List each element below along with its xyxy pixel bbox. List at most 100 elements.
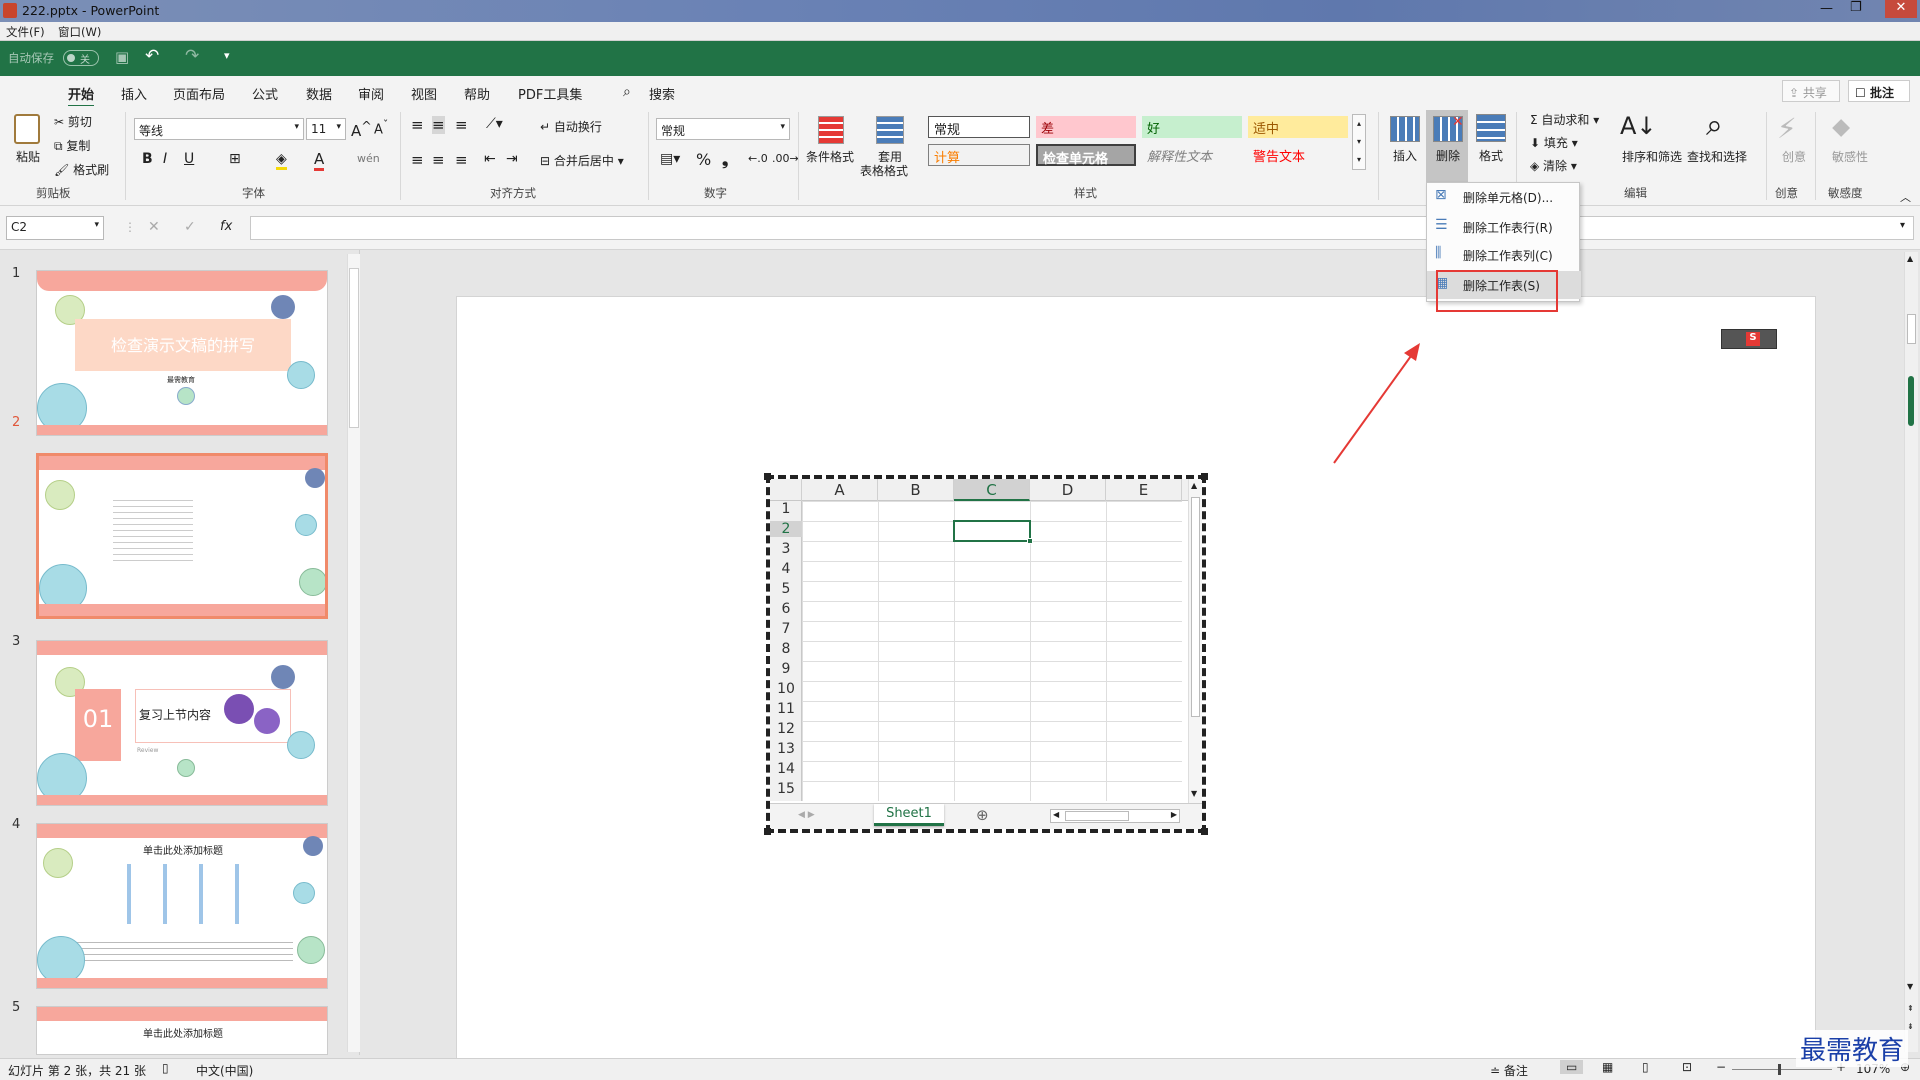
canvas-vscrollbar[interactable]: ▲ ▼ ⇞ ⇟ [1904,252,1918,1052]
row-header[interactable]: 13 [770,741,802,757]
row-header[interactable]: 7 [770,621,802,637]
sensitivity-button[interactable]: 敏感性 [1832,148,1868,165]
number-format-select[interactable]: 常规 ▾ [656,118,790,140]
tab-formulas[interactable]: 公式 [252,84,278,103]
format-cells-button[interactable]: 格式 [1479,147,1503,164]
align-center-icon[interactable]: ≡ [432,151,445,169]
search-icon[interactable]: ⌕ [623,84,631,100]
style-check-cell[interactable]: 检查单元格 [1036,144,1136,167]
style-good[interactable]: 好 [1142,116,1242,138]
style-normal[interactable]: 常规 [928,116,1030,138]
row-header[interactable]: 3 [770,541,802,557]
style-explanatory[interactable]: 解释性文本 [1142,144,1242,166]
tab-insert[interactable]: 插入 [121,84,147,103]
align-right-icon[interactable]: ≡ [455,151,468,169]
tab-view[interactable]: 视图 [411,84,437,103]
slide-thumb-5[interactable]: 单击此处添加标题 [36,1006,328,1055]
comments-button[interactable]: ☐ 批注 [1848,80,1910,102]
slide-thumb-3[interactable]: 01 复习上节内容 Review [36,640,328,806]
increase-indent-icon[interactable]: ⇥ [506,151,518,167]
col-header-e[interactable]: E [1106,479,1182,501]
style-calculation[interactable]: 计算 [928,144,1030,166]
find-select-icon[interactable]: ⌕ [1706,108,1723,143]
row-header[interactable]: 6 [770,601,802,617]
minimize-icon[interactable]: — [1820,1,1833,16]
font-name-select[interactable]: 等线 ▾ [134,118,304,140]
enter-formula-icon[interactable]: ✓ [184,219,196,235]
col-header-b[interactable]: B [878,479,954,501]
slide-thumb-1[interactable]: 检查演示文稿的拼写 最需教育 [36,270,328,436]
styles-scroll[interactable]: ▴ ▾ ▾ [1352,114,1366,170]
menu-delete-rows[interactable]: ☰ 删除工作表行(R) [1427,213,1581,241]
paste-button[interactable]: 粘贴 [16,148,40,165]
align-top-icon[interactable]: ≡ [411,116,424,134]
sort-filter-button[interactable]: 排序和筛选 [1622,148,1682,165]
col-header-a[interactable]: A [802,479,878,501]
undo-icon[interactable]: ↶ [145,46,159,66]
align-middle-icon[interactable]: ≡ [432,116,445,134]
cut-button[interactable]: ✂ 剪切 [54,113,92,130]
borders-icon[interactable]: ⊞ [229,151,241,167]
autosum-button[interactable]: Σ 自动求和 ▾ [1530,111,1599,128]
clear-button[interactable]: ◈ 清除 ▾ [1530,157,1577,174]
autosave-toggle[interactable]: 关 [63,50,99,66]
slideshow-icon[interactable]: ⊡ [1682,1060,1692,1074]
sheet-hscrollbar[interactable]: ◀ ▶ [1050,809,1180,823]
row-header[interactable]: 8 [770,641,802,657]
spellcheck-icon[interactable]: ▯ [162,1061,169,1075]
insert-function-icon[interactable]: fx [220,219,232,234]
style-neutral[interactable]: 适中 [1248,116,1348,138]
sheet-tab-sheet1[interactable]: Sheet1 [874,804,944,826]
grow-font-icon[interactable]: A^ [351,118,372,140]
menu-delete-cells[interactable]: ⊠ 删除单元格(D)... [1427,183,1581,211]
style-warning[interactable]: 警告文本 [1248,144,1348,166]
align-left-icon[interactable]: ≡ [411,151,424,169]
copy-button[interactable]: ⧉ 复制 [54,137,90,154]
wrap-text-button[interactable]: ↵ 自动换行 [540,118,602,135]
menu-window[interactable]: 窗口(W) [58,24,101,40]
name-box[interactable]: C2 ▾ [6,216,104,240]
sort-filter-icon[interactable]: A↓ [1620,112,1657,140]
fill-color-icon[interactable]: ◈ [276,151,287,170]
decrease-decimal-icon[interactable]: .00→ [772,152,799,165]
row-header[interactable]: 4 [770,561,802,577]
creative-button[interactable]: 创意 [1782,148,1806,165]
merge-center-button[interactable]: ⊟ 合并后居中 ▾ [540,152,624,169]
sheet-prev-icon[interactable]: ◀ ▶ [798,810,815,820]
slide-thumb-4[interactable]: 单击此处添加标题 [36,823,328,989]
row-header[interactable]: 12 [770,721,802,737]
collapse-ribbon-icon[interactable]: ︿ [1900,189,1911,205]
conditional-format-button[interactable]: 条件格式 [806,148,854,165]
bold-button[interactable]: B [142,151,153,167]
row-header[interactable]: 1 [770,501,802,517]
formula-input[interactable] [250,216,1914,240]
tab-home[interactable]: 开始 [68,84,95,108]
row-header[interactable]: 9 [770,661,802,677]
style-bad[interactable]: 差 [1036,116,1136,138]
thumbs-scrollbar[interactable] [347,254,360,1052]
sensitivity-icon[interactable]: ⬥ [1832,112,1850,143]
language-status[interactable]: 中文(中国) [196,1062,253,1079]
format-as-table-label[interactable]: 表格格式 [860,162,908,179]
italic-button[interactable]: I [163,151,167,167]
ime-toolbar[interactable]: S [1721,329,1777,349]
add-sheet-icon[interactable]: ⊕ [976,806,989,824]
zoom-out-icon[interactable]: − [1716,1060,1726,1074]
orientation-icon[interactable]: ⟋▾ [486,116,503,132]
search-label[interactable]: 搜索 [649,84,675,103]
row-header[interactable]: 2 [770,521,802,537]
comma-icon[interactable]: ❟ [722,150,728,170]
close-icon[interactable]: ✕ [1885,0,1917,18]
restore-icon[interactable]: ❐ [1850,0,1862,15]
save-icon[interactable]: ▣ [115,48,129,66]
col-header-c[interactable]: C [954,479,1030,501]
slide-thumb-2[interactable] [36,453,328,619]
decrease-indent-icon[interactable]: ⇤ [484,151,496,167]
cancel-formula-icon[interactable]: ✕ [148,219,160,235]
redo-icon[interactable]: ↷ [185,46,199,66]
phonetic-icon[interactable]: wén [357,152,380,165]
shrink-font-icon[interactable]: Aˇ [374,118,388,137]
underline-button[interactable]: U [184,151,194,167]
tab-page-layout[interactable]: 页面布局 [173,84,225,103]
row-header[interactable]: 5 [770,581,802,597]
